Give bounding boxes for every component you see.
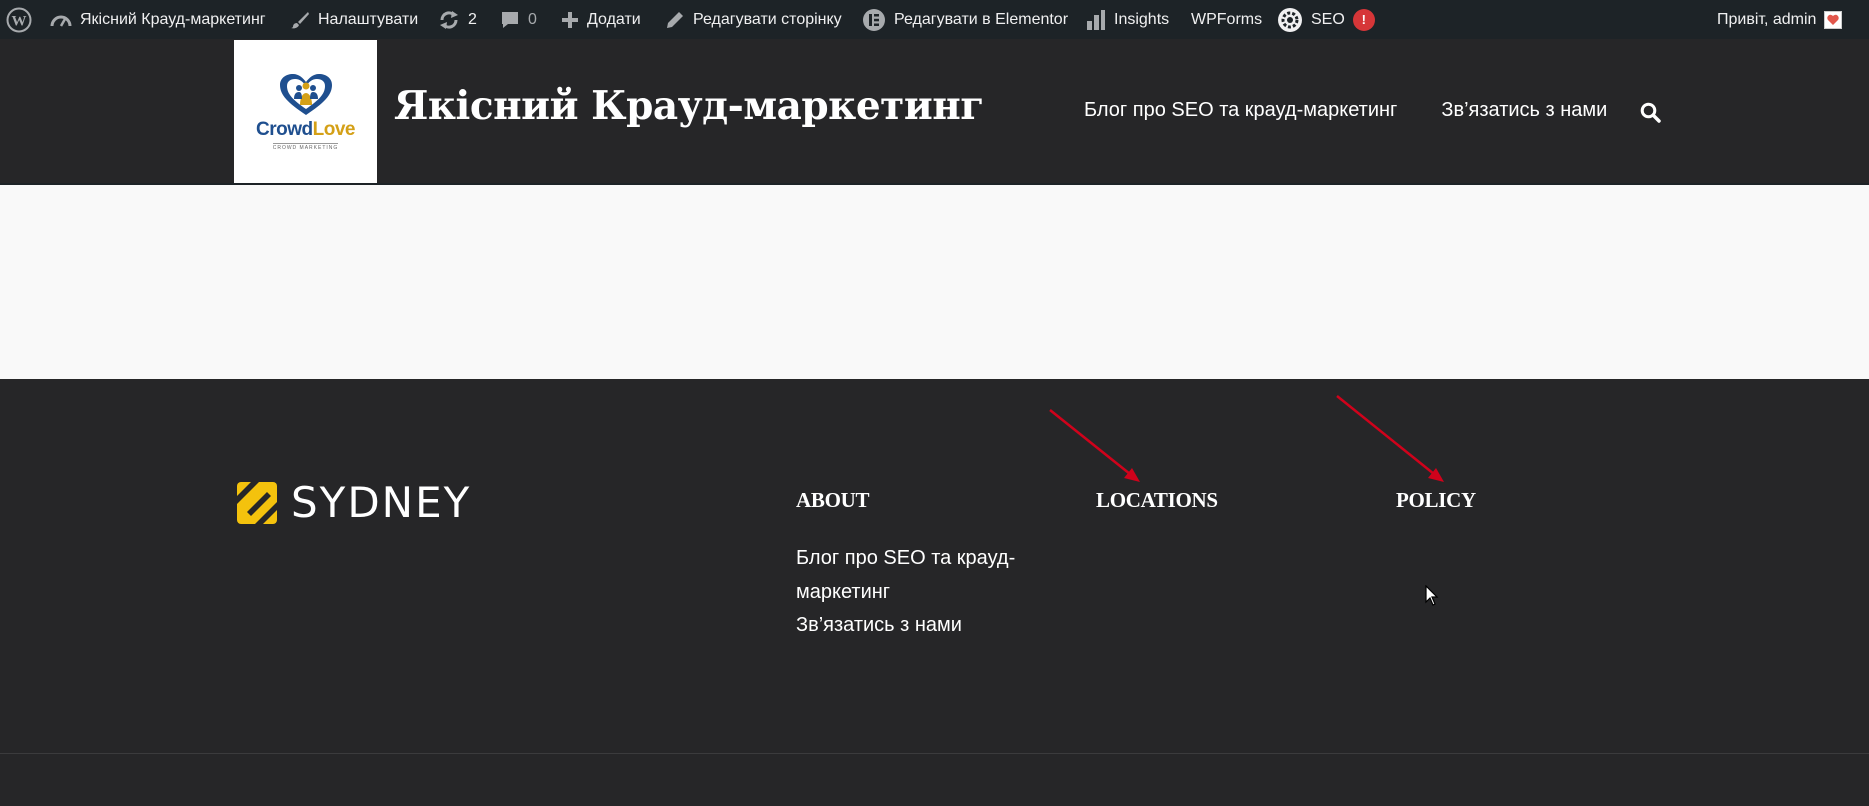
edit-page-link[interactable]: Редагувати сторінку xyxy=(665,0,842,39)
avatar xyxy=(1824,10,1843,29)
search-button[interactable] xyxy=(1638,100,1662,124)
footer-widget-title-about: ABOUT xyxy=(796,488,870,512)
logo-wordmark: CrowdLove xyxy=(256,118,355,140)
site-header: CrowdLove CROWD MARKETING Якісний Крауд-… xyxy=(0,39,1869,183)
mouse-cursor-icon xyxy=(1425,585,1439,606)
svg-text:W: W xyxy=(12,13,27,29)
insights-link[interactable]: Insights xyxy=(1086,0,1169,39)
site-logo[interactable]: CrowdLove CROWD MARKETING xyxy=(234,40,377,183)
greeting-label: Привіт, admin xyxy=(1717,10,1817,28)
customize-label: Налаштувати xyxy=(318,10,419,28)
dashboard-icon xyxy=(50,10,72,30)
elementor-icon xyxy=(862,8,886,32)
seo-label: SEO xyxy=(1311,10,1345,28)
search-icon xyxy=(1640,102,1661,123)
site-title[interactable]: Якісний Крауд-маркетинг xyxy=(394,83,984,129)
footer-widget-title-policy: POLICY xyxy=(1396,488,1476,512)
wp-admin-bar: W Якісний Крауд-маркетинг Налаштувати 2 … xyxy=(0,0,1869,39)
refresh-icon xyxy=(438,10,460,30)
nav-item-contact[interactable]: Зв’язатись з нами xyxy=(1441,99,1607,122)
page-content xyxy=(0,183,1869,379)
site-footer: SYDNEY ABOUT LOCATIONS POLICY Блог про S… xyxy=(0,379,1869,806)
site-name-label: Якісний Крауд-маркетинг xyxy=(80,10,266,28)
wordpress-menu[interactable]: W xyxy=(6,0,32,39)
logo-tagline: CROWD MARKETING xyxy=(272,142,339,151)
wordpress-icon: W xyxy=(6,7,32,33)
wpforms-link[interactable]: WPForms xyxy=(1191,0,1262,39)
updates-count: 2 xyxy=(468,10,477,28)
heart-people-logo-icon xyxy=(279,73,332,115)
wpforms-label: WPForms xyxy=(1191,10,1263,28)
updates-link[interactable]: 2 xyxy=(438,0,477,39)
plus-icon xyxy=(561,11,579,29)
sydney-logo-icon xyxy=(237,481,277,524)
comment-icon xyxy=(500,10,520,30)
main-navigation: Блог про SEO та крауд-маркетинг Зв’язати… xyxy=(1084,99,1607,122)
footer-divider xyxy=(0,753,1869,754)
footer-menu-item-blog[interactable]: Блог про SEO та крауд-маркетинг xyxy=(796,542,1036,609)
new-content-label: Додати xyxy=(587,10,641,28)
edit-elementor-label: Редагувати в Elementor xyxy=(894,10,1069,28)
site-name-menu[interactable]: Якісний Крауд-маркетинг xyxy=(50,0,266,39)
edit-elementor-link[interactable]: Редагувати в Elementor xyxy=(862,0,1068,39)
footer-widget-title-locations: LOCATIONS xyxy=(1096,488,1218,512)
my-account-menu[interactable]: Привіт, admin xyxy=(1717,0,1843,39)
footer-brand-name: SYDNEY xyxy=(291,478,472,527)
comments-link[interactable]: 0 xyxy=(500,0,537,39)
seo-alert-badge: ! xyxy=(1352,8,1375,31)
insights-label: Insights xyxy=(1114,10,1170,28)
pencil-icon xyxy=(665,10,685,30)
customize-link[interactable]: Налаштувати xyxy=(290,0,418,39)
footer-logo[interactable]: SYDNEY xyxy=(237,478,471,527)
edit-page-label: Редагувати сторінку xyxy=(693,10,842,28)
seo-gear-icon xyxy=(1277,7,1303,33)
new-content-menu[interactable]: Додати xyxy=(561,0,641,39)
seo-menu[interactable]: SEO ! xyxy=(1277,0,1375,39)
footer-menu-item-contact[interactable]: Зв’язатись з нами xyxy=(796,609,1036,643)
brush-icon xyxy=(290,10,310,30)
nav-item-blog[interactable]: Блог про SEO та крауд-маркетинг xyxy=(1084,99,1397,122)
comments-count: 0 xyxy=(528,10,537,28)
bar-chart-icon xyxy=(1086,9,1106,31)
footer-about-menu: Блог про SEO та крауд-маркетинг Зв’язати… xyxy=(796,542,1036,643)
